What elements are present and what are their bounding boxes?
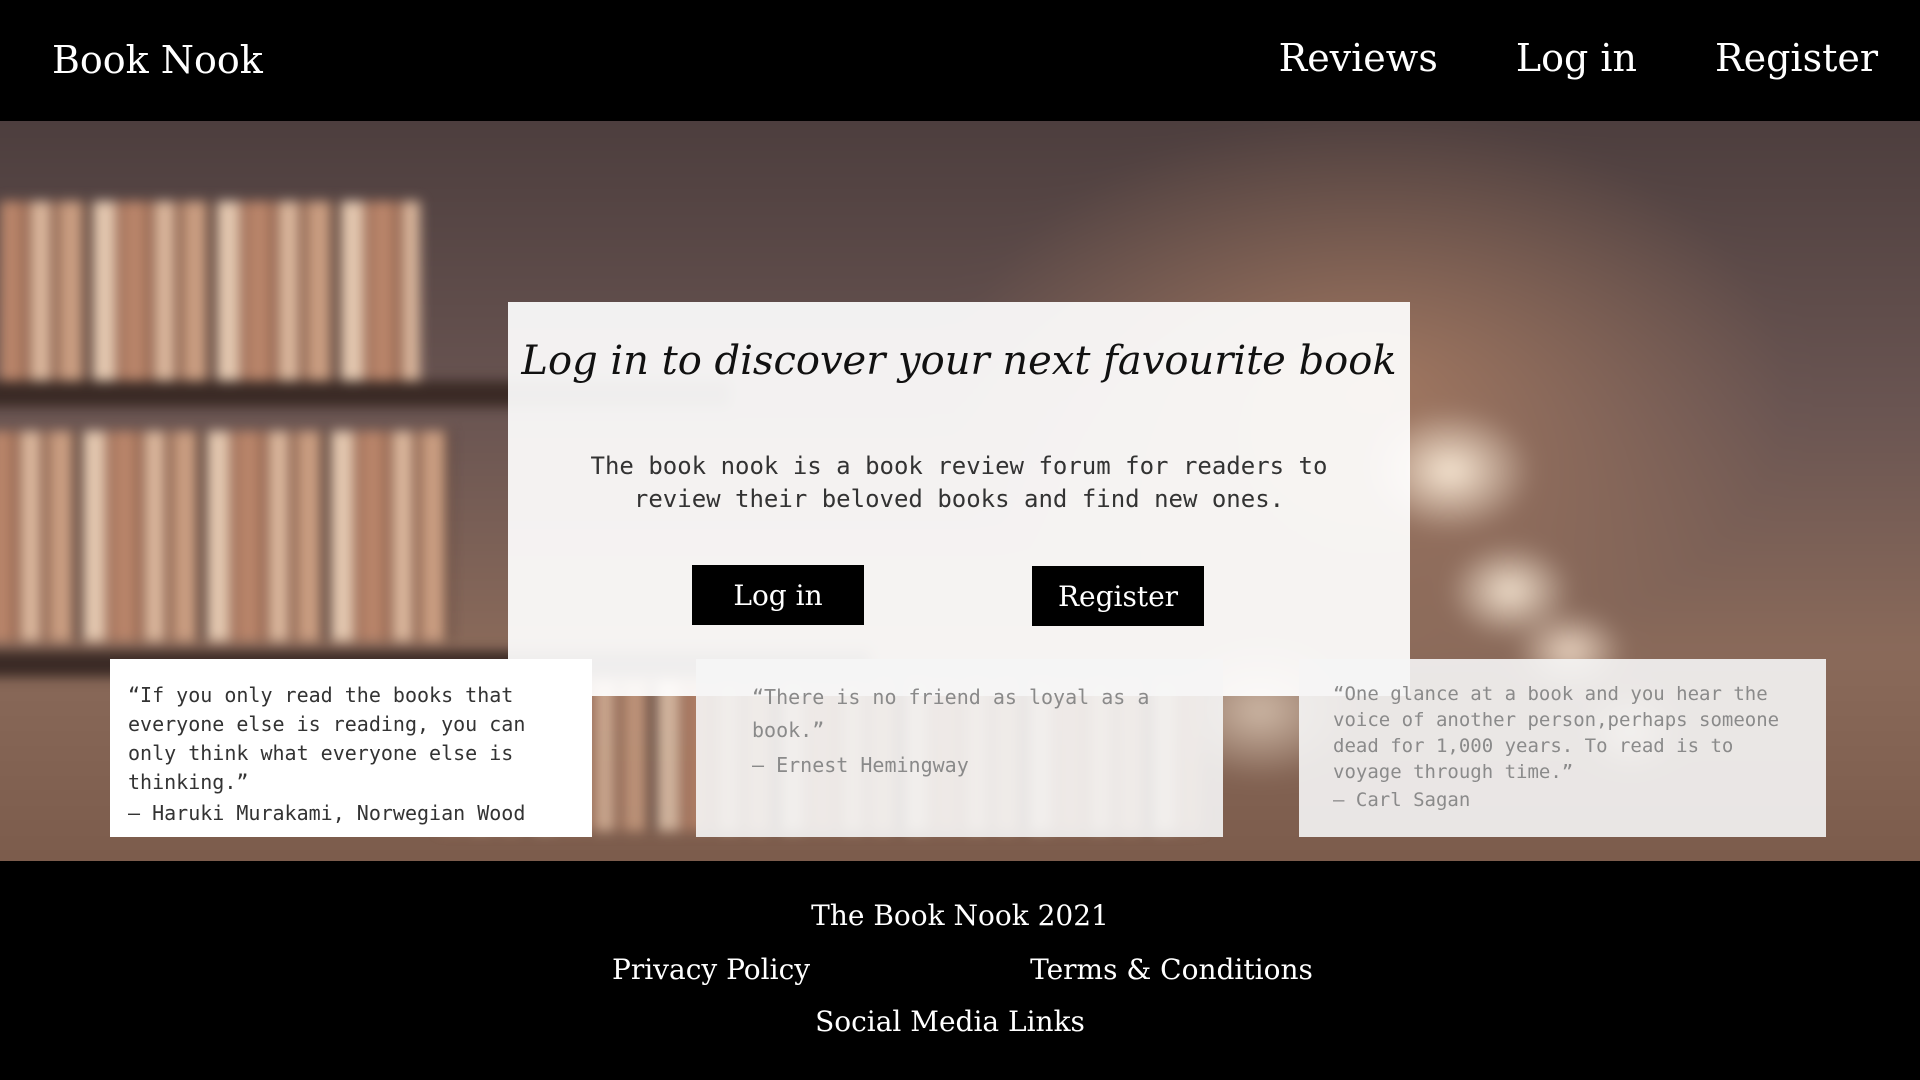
quote-card-sagan: “One glance at a book and you hear the v… bbox=[1299, 659, 1826, 837]
login-button[interactable]: Log in bbox=[692, 565, 864, 625]
quote-text: “If you only read the books that everyon… bbox=[128, 683, 526, 794]
site-description: The book nook is a book review forum for… bbox=[590, 452, 1328, 513]
quote-author: ― Haruki Murakami, Norwegian Wood bbox=[128, 801, 526, 825]
footer-links: Privacy Policy Terms & Conditions bbox=[612, 953, 1313, 986]
quote-card-hemingway: “There is no friend as loyal as a book.”… bbox=[696, 659, 1223, 837]
login-heading: Log in to discover your next favourite b… bbox=[521, 338, 1397, 384]
top-navbar: Book Nook Reviews Log in Register bbox=[0, 0, 1920, 121]
main-nav: Reviews Log in Register bbox=[1279, 36, 1878, 80]
quote-text: “There is no friend as loyal as a book.” bbox=[752, 685, 1150, 742]
brand-logo[interactable]: Book Nook bbox=[52, 38, 263, 82]
privacy-policy-link[interactable]: Privacy Policy bbox=[612, 953, 810, 986]
nav-reviews-link[interactable]: Reviews bbox=[1279, 36, 1438, 80]
login-prompt-card: Log in to discover your next favourite b… bbox=[508, 302, 1410, 696]
social-media-links[interactable]: Social Media Links bbox=[0, 1005, 1920, 1038]
footer-copyright: The Book Nook 2021 bbox=[811, 899, 1109, 932]
quote-card-murakami: “If you only read the books that everyon… bbox=[110, 659, 592, 837]
register-button[interactable]: Register bbox=[1032, 566, 1204, 626]
nav-register-link[interactable]: Register bbox=[1715, 36, 1878, 80]
quote-author: ― Carl Sagan bbox=[1333, 789, 1471, 811]
nav-login-link[interactable]: Log in bbox=[1516, 36, 1637, 80]
site-footer: The Book Nook 2021 Privacy Policy Terms … bbox=[0, 861, 1920, 1080]
quote-author: ― Ernest Hemingway bbox=[752, 753, 969, 777]
quote-text: “One glance at a book and you hear the v… bbox=[1333, 683, 1780, 783]
terms-conditions-link[interactable]: Terms & Conditions bbox=[1030, 953, 1313, 986]
